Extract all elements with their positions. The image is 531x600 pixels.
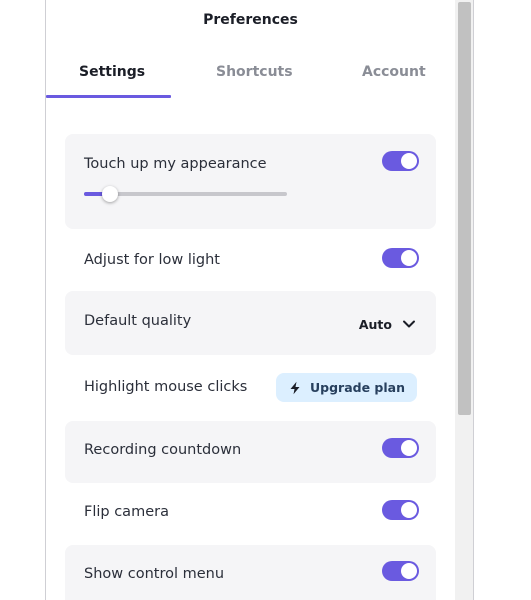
quality-label: Default quality	[84, 313, 192, 329]
control-menu-label: Show control menu	[84, 566, 225, 582]
setting-row-quality: Default quality Auto	[65, 291, 436, 355]
low-light-toggle[interactable]	[382, 248, 419, 268]
toggle-knob	[401, 502, 417, 518]
preferences-panel: Preferences Settings Shortcuts Account T…	[45, 0, 474, 600]
scrollbar-thumb[interactable]	[458, 2, 471, 415]
low-light-label: Adjust for low light	[84, 252, 220, 268]
toggle-knob	[401, 563, 417, 579]
chevron-down-icon	[403, 320, 415, 328]
toggle-knob	[401, 153, 417, 169]
touch-up-toggle[interactable]	[382, 151, 419, 171]
quality-dropdown[interactable]: Auto	[359, 314, 416, 334]
flip-camera-label: Flip camera	[84, 504, 169, 520]
setting-row-mouse-clicks: Highlight mouse clicks Upgrade plan	[65, 360, 436, 415]
flip-camera-toggle[interactable]	[382, 500, 419, 520]
active-tab-indicator	[46, 95, 171, 98]
vertical-scrollbar[interactable]	[455, 0, 473, 600]
upgrade-plan-button[interactable]: Upgrade plan	[276, 373, 417, 402]
setting-row-control-menu: Show control menu	[65, 545, 436, 600]
toggle-knob	[401, 440, 417, 456]
tab-account[interactable]: Account	[362, 64, 426, 80]
mouse-clicks-label: Highlight mouse clicks	[84, 379, 248, 395]
page-title: Preferences	[203, 12, 298, 28]
toggle-knob	[401, 250, 417, 266]
quality-value: Auto	[358, 316, 392, 332]
setting-row-low-light: Adjust for low light	[65, 233, 436, 288]
upgrade-plan-label: Upgrade plan	[310, 380, 405, 395]
touch-up-slider[interactable]	[84, 186, 287, 202]
app-stage: Preferences Settings Shortcuts Account T…	[0, 0, 531, 600]
setting-row-flip-camera: Flip camera	[65, 485, 436, 541]
lightning-icon	[290, 381, 300, 394]
tab-settings[interactable]: Settings	[79, 64, 145, 80]
setting-row-touch-up: Touch up my appearance	[65, 134, 436, 229]
tab-bar: Settings Shortcuts Account	[46, 56, 455, 100]
countdown-toggle[interactable]	[382, 438, 419, 458]
control-menu-toggle[interactable]	[382, 561, 419, 581]
tab-shortcuts[interactable]: Shortcuts	[216, 64, 293, 80]
setting-row-countdown: Recording countdown	[65, 421, 436, 483]
slider-thumb[interactable]	[102, 186, 119, 202]
countdown-label: Recording countdown	[84, 442, 242, 458]
touch-up-label: Touch up my appearance	[84, 156, 267, 172]
